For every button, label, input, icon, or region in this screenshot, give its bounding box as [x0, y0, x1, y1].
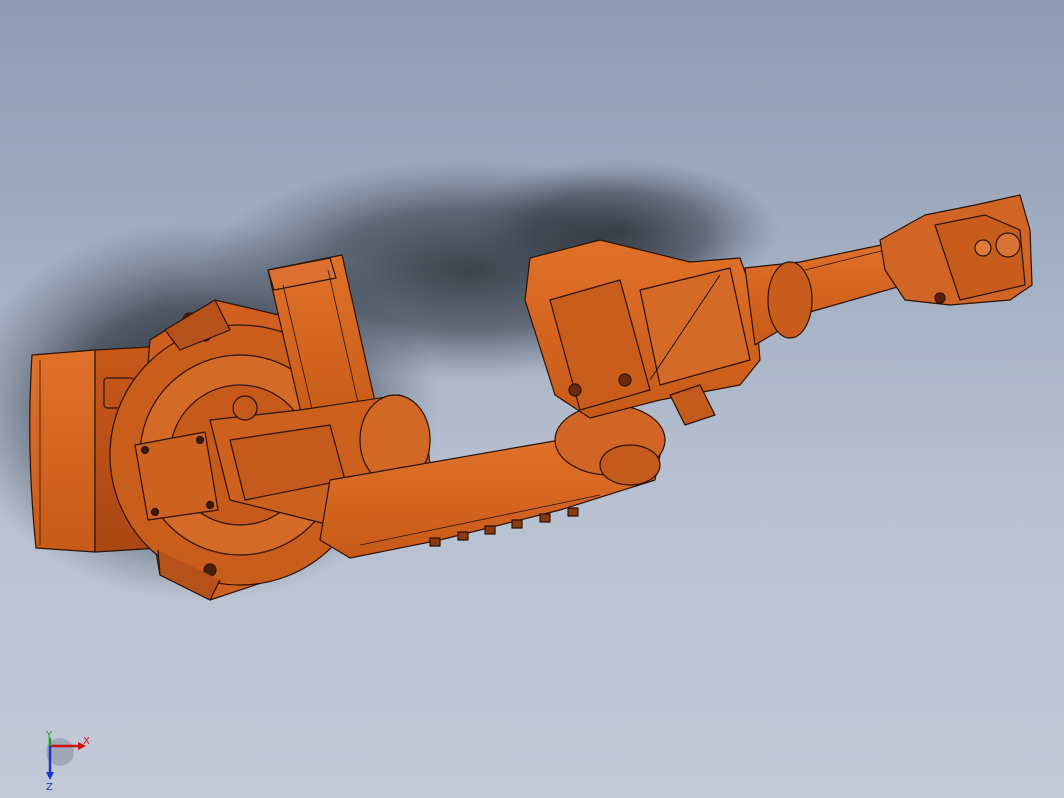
wrist[interactable] [879, 194, 1033, 306]
z-axis-arrow [46, 772, 54, 780]
orientation-triad: X Y Z [45, 730, 90, 793]
3d-viewport[interactable]: X Y Z [0, 0, 1064, 798]
upper-arm-housing[interactable] [524, 239, 761, 426]
y-axis-label: Y [45, 730, 53, 741]
x-axis-label: X [83, 736, 90, 747]
base-motor[interactable] [134, 431, 219, 521]
z-axis-label: Z [46, 782, 53, 793]
